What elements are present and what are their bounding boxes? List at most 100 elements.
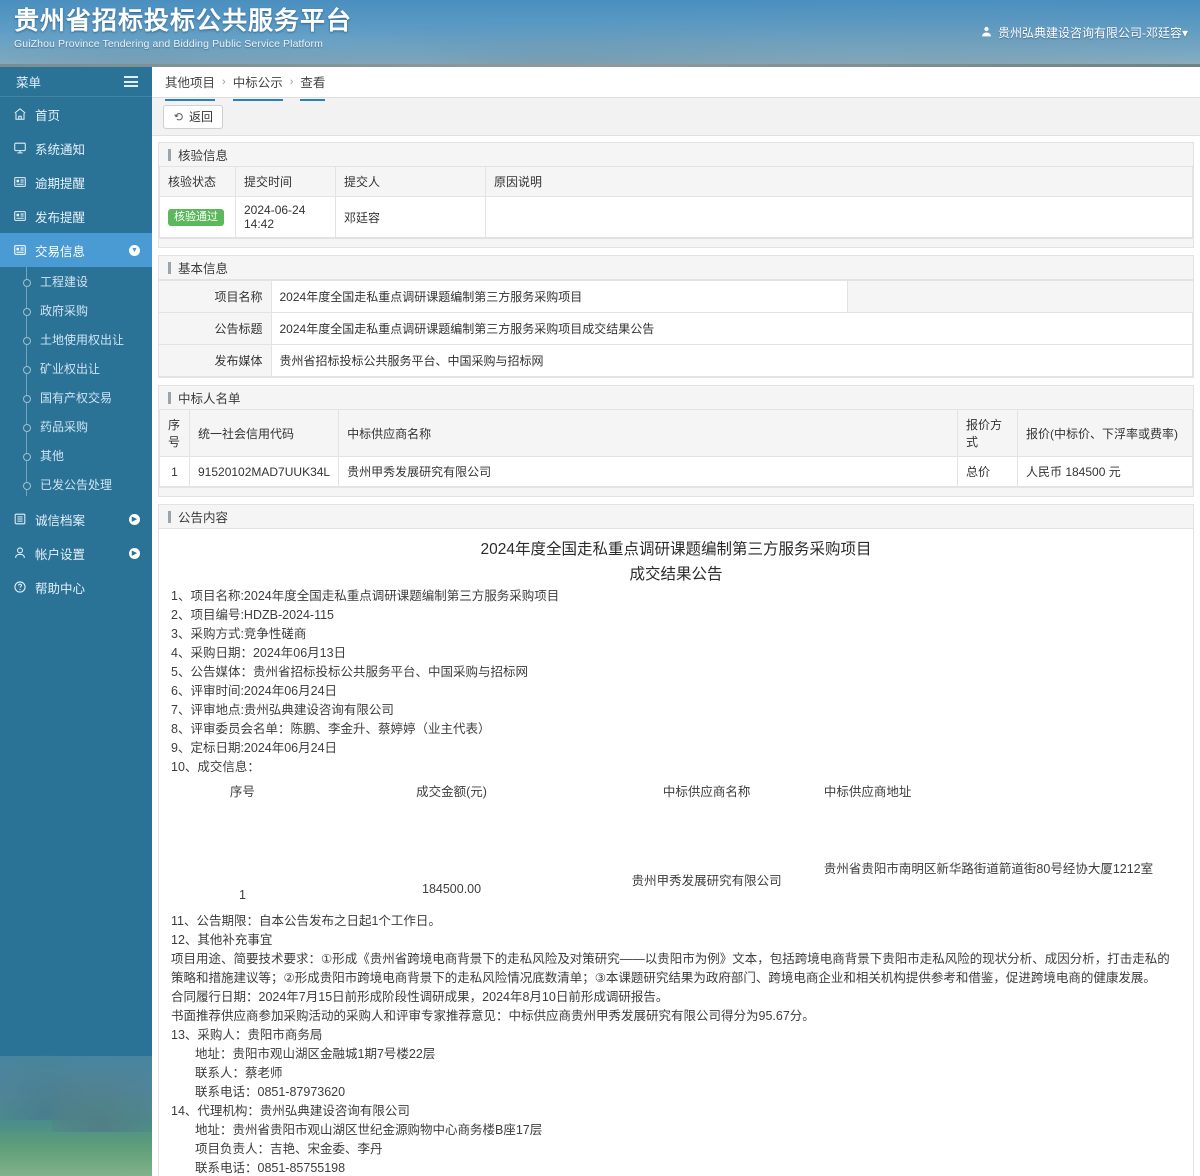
column-header-no: 序号 <box>229 785 255 799</box>
notice-line: 8、评审委员会名单：陈鹏、李金升、蔡婷婷（业主代表） <box>171 722 491 736</box>
column-header-status: 核验状态 <box>159 167 236 197</box>
sidebar-item-label: 发布提醒 <box>35 210 86 225</box>
sidebar-item-home[interactable]: 首页 <box>0 97 152 131</box>
sidebar-subitem-other[interactable]: 其他 <box>0 441 152 470</box>
question-icon <box>13 580 35 594</box>
chevron-right-icon: ▶ <box>129 547 140 559</box>
notice-line: 7、评审地点:贵州弘典建设咨询有限公司 <box>171 703 394 717</box>
result-summary-table: 序号 成交金额(元) 中标供应商名称 中标供应商地址 1 184500.00 贵… <box>171 783 1181 904</box>
winner-list-table: 序号 统一社会信用代码 中标供应商名称 报价方式 报价(中标价、下浮率或费率) … <box>159 410 1193 487</box>
notice-line: 联系人：蔡老师 <box>195 1066 283 1080</box>
cell-reason <box>485 196 1193 238</box>
field-label-project-name: 项目名称 <box>159 280 272 313</box>
chevron-down-icon: ▼ <box>129 244 140 256</box>
sidebar-subitem-label: 其他 <box>40 449 65 463</box>
notice-doc-title-line1: 2024年度全国走私重点调研课题编制第三方服务采购项目 <box>480 541 872 558</box>
notice-line: 1、项目名称:2024年度全国走私重点调研课题编制第三方服务采购项目 <box>171 589 560 603</box>
winner-list-panel: 中标人名单 序号 统一社会信用代码 中标供应商名称 报价方式 报价(中标价、下浮… <box>158 385 1194 497</box>
notice-content-panel: 公告内容 2024年度全国走私重点调研课题编制第三方服务采购项目 成交结果公告 … <box>158 504 1194 1176</box>
breadcrumb-item-view[interactable]: 查看 <box>300 72 326 101</box>
back-button[interactable]: 返回 <box>163 104 224 129</box>
cell-address: 贵州省贵阳市南明区新华路街道箭道街80号经协大厦1212室 <box>823 862 1154 876</box>
sidebar-subitem-label: 矿业权出让 <box>40 362 101 376</box>
panel-title: 核验信息 <box>159 143 1193 167</box>
column-header-quote-type: 报价方式 <box>957 410 1018 457</box>
user-label: 贵州弘典建设咨询有限公司-邓廷容 <box>997 26 1182 40</box>
table-header-row: 核验状态 提交时间 提交人 原因说明 <box>159 167 1193 197</box>
breadcrumb-separator: › <box>222 76 226 88</box>
cell-amount: 184500.00 <box>422 882 482 896</box>
breadcrumb-item-other-project[interactable]: 其他项目 <box>165 72 216 101</box>
panel-title: 公告内容 <box>159 505 1193 529</box>
sidebar-item-label: 首页 <box>35 108 61 123</box>
cell-no: 1 <box>238 888 246 902</box>
chevron-down-icon: ▾ <box>1181 26 1188 40</box>
sidebar-item-overdue-reminder[interactable]: 逾期提醒 <box>0 165 152 199</box>
sidebar-subitem-land-use-right[interactable]: 土地使用权出让 <box>0 325 152 354</box>
sidebar-item-credit-archive[interactable]: 诚信档案 ▶ <box>0 502 152 536</box>
sidebar-subitem-state-property[interactable]: 国有产权交易 <box>0 383 152 412</box>
basic-info-table: 项目名称 2024年度全国走私重点调研课题编制第三方服务采购项目 公告标题 20… <box>159 280 1193 377</box>
undo-arrow-icon <box>173 111 185 123</box>
status-badge: 核验通过 <box>168 208 224 226</box>
column-header-amount: 成交金额(元) <box>416 785 487 799</box>
sidebar-subitem-engineering[interactable]: 工程建设 <box>0 267 152 296</box>
sidebar-subitem-label: 已发公告处理 <box>40 478 113 492</box>
sidebar-subitem-mining-right[interactable]: 矿业权出让 <box>0 354 152 383</box>
hamburger-icon[interactable] <box>124 74 138 90</box>
notice-line: 联系电话：0851-87973620 <box>195 1085 346 1099</box>
sidebar-subitem-label: 政府采购 <box>40 304 89 318</box>
doc-icon <box>13 512 35 526</box>
sidebar-subitem-label: 国有产权交易 <box>40 391 113 405</box>
field-value-notice-title: 2024年度全国走私重点调研课题编制第三方服务采购项目成交结果公告 <box>270 312 1193 345</box>
sidebar-item-help-center[interactable]: 帮助中心 <box>0 570 152 604</box>
sidebar: 菜单 首页 系统通知 逾期提醒 发布提醒 交易信息 ▼ 工程建设 政府采购 土地… <box>0 67 152 1176</box>
sidebar-menu-label: 菜单 <box>16 76 42 90</box>
cell-supplier: 贵州甲秀发展研究有限公司 <box>338 456 958 487</box>
notice-line: 3、采购方式:竞争性磋商 <box>171 627 307 641</box>
sidebar-subitem-drug-procurement[interactable]: 药品采购 <box>0 412 152 441</box>
sidebar-item-transaction-info[interactable]: 交易信息 ▼ <box>0 233 152 267</box>
verify-info-panel: 核验信息 核验状态 提交时间 提交人 原因说明 核验通过 2024-06-24 … <box>158 142 1194 248</box>
cell-credit-code: 91520102MAD7UUK34L <box>188 456 340 487</box>
notice-line: 项目负责人：吉艳、宋金委、李丹 <box>195 1142 383 1156</box>
list-icon <box>13 243 35 257</box>
column-header-submitter: 提交人 <box>335 167 486 197</box>
notice-line: 6、评审时间:2024年06月24日 <box>171 684 338 698</box>
column-header-supplier: 中标供应商名称 <box>662 785 751 799</box>
sidebar-item-label: 逾期提醒 <box>35 176 86 191</box>
notice-line: 14、代理机构：贵州弘典建设咨询有限公司 <box>171 1104 410 1118</box>
list-icon <box>13 209 35 223</box>
sidebar-item-system-notice[interactable]: 系统通知 <box>0 131 152 165</box>
notice-body: 2024年度全国走私重点调研课题编制第三方服务采购项目 成交结果公告 1、项目名… <box>159 529 1193 1176</box>
notice-line: 11、公告期限：自本公告发布之日起1个工作日。 <box>171 914 441 928</box>
notice-line: 联系电话：0851-85755198 <box>195 1161 346 1175</box>
sidebar-subitem-gov-procurement[interactable]: 政府采购 <box>0 296 152 325</box>
user-account-menu[interactable]: 贵州弘典建设咨询有限公司-邓廷容▾ <box>981 24 1188 41</box>
notice-line: 2、项目编号:HDZB-2024-115 <box>171 608 335 622</box>
column-header-credit-code: 统一社会信用代码 <box>188 410 340 457</box>
basic-info-panel: 基本信息 项目名称 2024年度全国走私重点调研课题编制第三方服务采购项目 公告… <box>158 255 1194 378</box>
sidebar-item-account-settings[interactable]: 帐户设置 ▶ <box>0 536 152 570</box>
sidebar-item-label: 帐户设置 <box>35 547 86 562</box>
sidebar-item-publish-reminder[interactable]: 发布提醒 <box>0 199 152 233</box>
panel-title: 中标人名单 <box>159 386 1193 410</box>
field-value-publish-media: 贵州省招标投标公共服务平台、中国采购与招标网 <box>270 344 1193 377</box>
notice-line: 书面推荐供应商参加采购活动的采购人和评审专家推荐意见：中标供应商贵州甲秀发展研究… <box>171 1009 815 1023</box>
table-header-row: 序号 统一社会信用代码 中标供应商名称 报价方式 报价(中标价、下浮率或费率) <box>159 410 1193 457</box>
panel-title: 基本信息 <box>159 256 1193 280</box>
sidebar-subitem-label: 土地使用权出让 <box>40 333 125 347</box>
notice-line: 9、定标日期:2024年06月24日 <box>171 741 338 755</box>
site-logo: 贵州省招标投标公共服务平台 GuiZhou Province Tendering… <box>14 6 352 50</box>
sidebar-subitem-published-notice[interactable]: 已发公告处理 <box>0 470 152 499</box>
field-value-project-name: 2024年度全国走私重点调研课题编制第三方服务采购项目 <box>270 280 848 313</box>
sidebar-decorative-photo <box>0 1050 152 1176</box>
table-row: 1 91520102MAD7UUK34L 贵州甲秀发展研究有限公司 总价 人民币… <box>159 456 1193 487</box>
breadcrumb: 其他项目 › 中标公示 › 查看 <box>152 67 1200 101</box>
breadcrumb-item-winning-notice[interactable]: 中标公示 <box>232 72 283 101</box>
user-icon <box>981 26 995 40</box>
list-icon <box>13 175 35 189</box>
table-row: 项目名称 2024年度全国走私重点调研课题编制第三方服务采购项目 <box>159 280 1193 313</box>
toolbar: 返回 <box>152 98 1200 136</box>
notice-line: 4、采购日期：2024年06月13日 <box>171 646 347 660</box>
